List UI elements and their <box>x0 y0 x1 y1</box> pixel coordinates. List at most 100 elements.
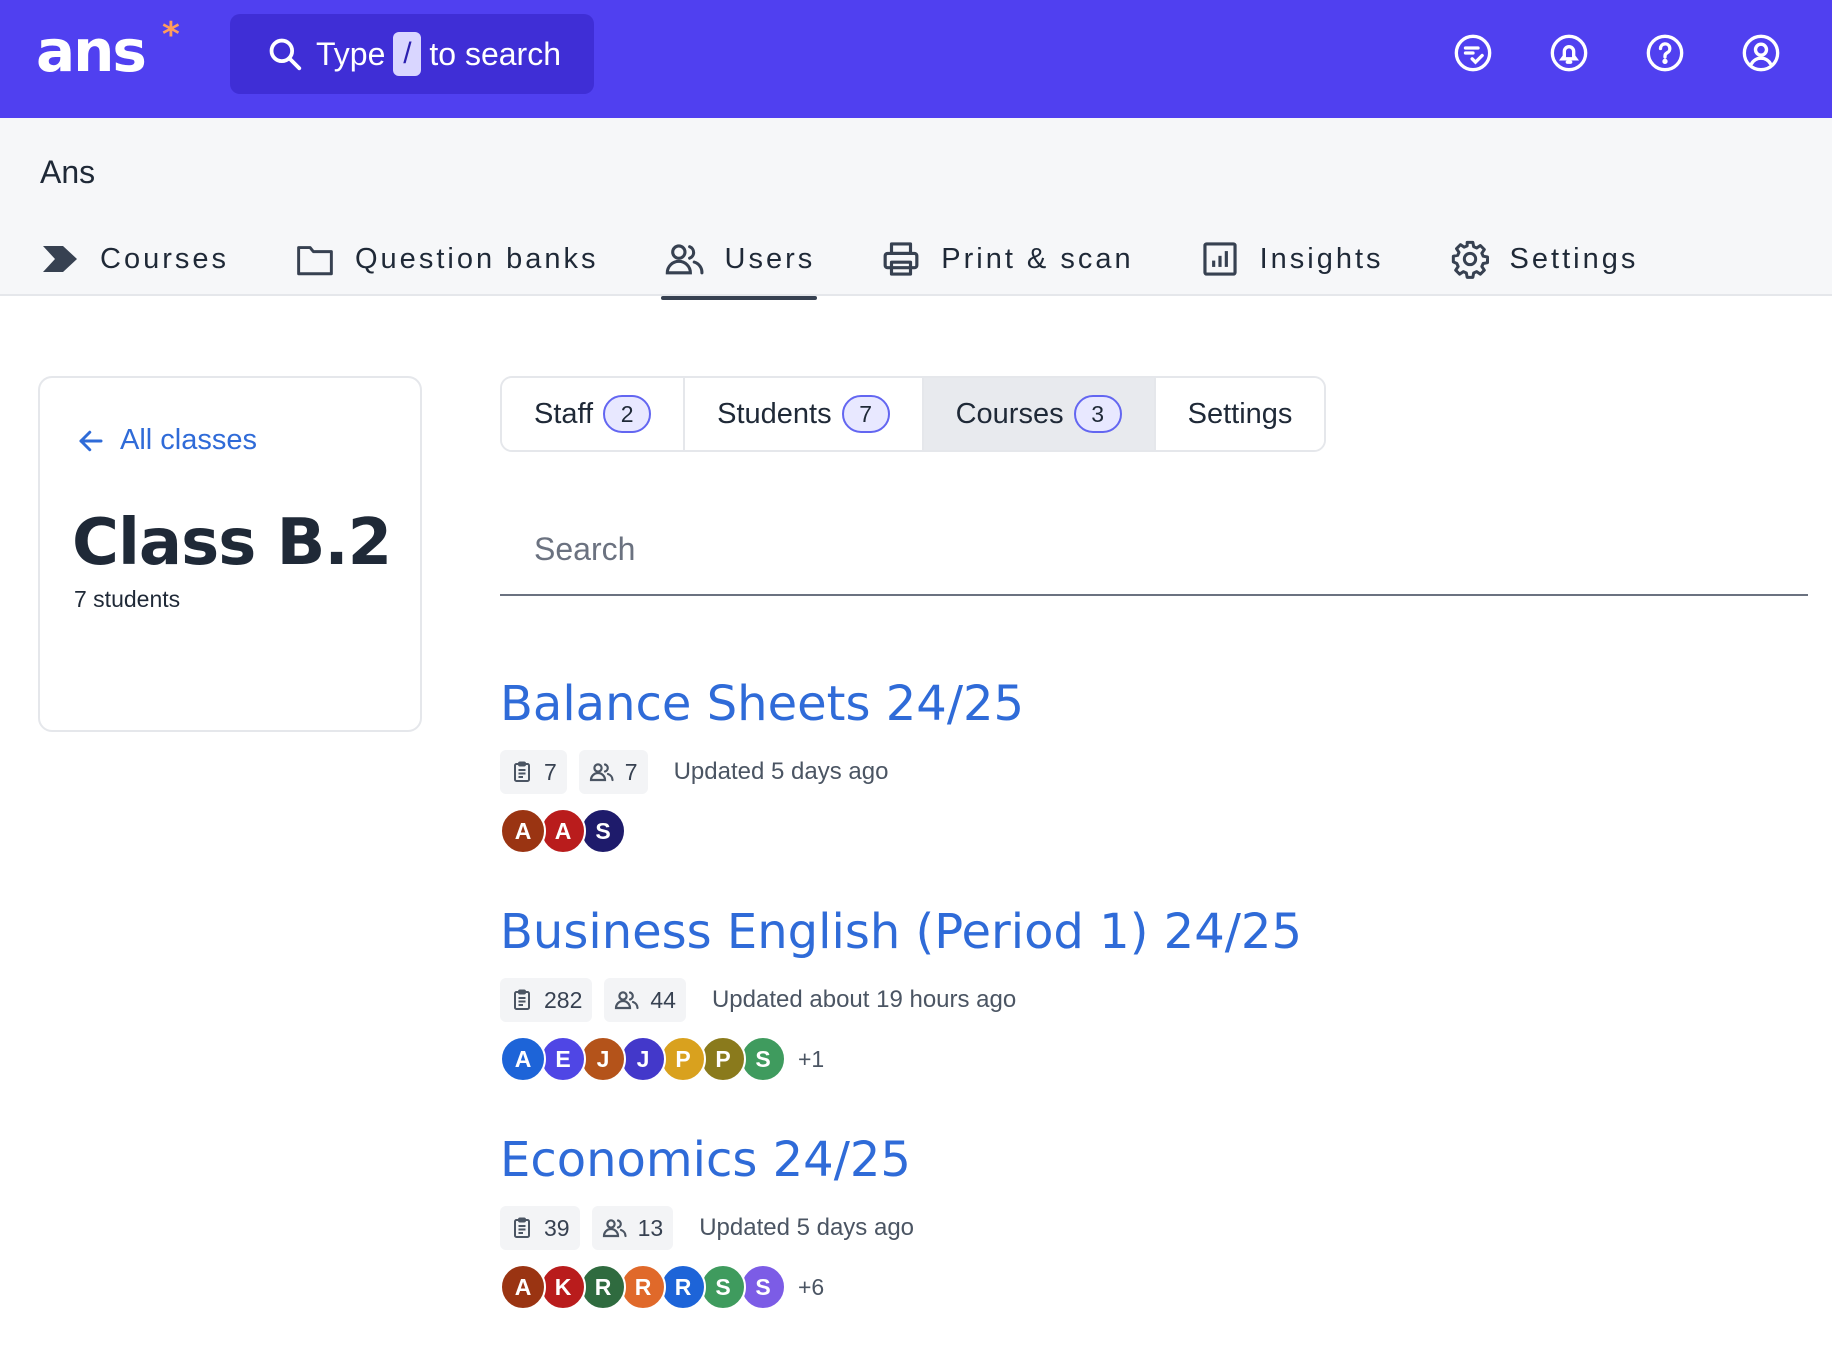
course-meta: 7 7 Updated 5 days ago <box>500 750 1700 794</box>
folder-icon <box>295 239 335 279</box>
tab-settings[interactable]: Settings <box>1155 378 1325 450</box>
tab-students-label: Students <box>717 397 832 430</box>
member-avatars: AAS <box>500 808 1700 854</box>
course-item: Balance Sheets 24/25 7 7 Updated 5 days … <box>500 676 1700 854</box>
avatar: A <box>500 1036 546 1082</box>
logo-asterisk: * <box>162 15 180 55</box>
users-count: 13 <box>637 1214 664 1241</box>
courses-chevron-icon <box>40 239 80 279</box>
avatar: A <box>540 808 586 854</box>
avatar: P <box>700 1036 746 1082</box>
tab-courses-count: 3 <box>1073 395 1122 433</box>
tab-staff[interactable]: Staff 2 <box>502 378 686 450</box>
nav-courses-label: Courses <box>100 242 229 275</box>
clipboard-icon <box>514 989 530 1010</box>
chart-icon <box>1200 239 1240 279</box>
updated-timestamp: Updated 5 days ago <box>673 758 889 785</box>
more-members-count: +6 <box>798 1273 825 1300</box>
help-icon[interactable] <box>1644 32 1686 74</box>
assignments-count-chip: 7 <box>500 750 567 794</box>
checklist-icon[interactable] <box>1452 32 1494 74</box>
all-classes-label: All classes <box>120 424 257 456</box>
nav-courses[interactable]: Courses <box>40 226 229 296</box>
avatar: S <box>740 1036 786 1082</box>
course-title-link[interactable]: Economics 24/25 <box>500 1132 1700 1188</box>
avatar: J <box>580 1036 626 1082</box>
avatar: S <box>700 1264 746 1310</box>
users-small-icon <box>589 763 614 782</box>
gear-icon <box>1450 239 1490 279</box>
member-avatars: A E J J P P S +1 <box>500 1036 1700 1082</box>
course-search-input[interactable] <box>500 504 1808 594</box>
all-classes-link[interactable]: All classes <box>76 424 257 457</box>
account-icon[interactable] <box>1740 32 1782 74</box>
search-hint-before: Type <box>316 35 386 72</box>
avatar: J <box>620 1036 666 1082</box>
clipboard-icon <box>514 761 530 782</box>
more-members-count: +1 <box>798 1045 825 1072</box>
printer-icon <box>881 239 921 279</box>
avatar: R <box>620 1264 666 1310</box>
users-small-icon <box>615 991 639 1010</box>
organization-name: Ans <box>40 154 96 190</box>
nav-question-banks-label: Question banks <box>355 242 599 275</box>
sub-header: Ans Courses Question banks Users Print &… <box>0 118 1832 300</box>
tab-staff-count: 2 <box>603 395 652 433</box>
assignments-count-chip: 39 <box>500 1206 580 1250</box>
course-search <box>500 504 1808 596</box>
tab-settings-label: Settings <box>1187 397 1293 430</box>
users-count: 7 <box>624 758 638 785</box>
search-shortcut-key: / <box>393 32 422 76</box>
tab-students-count: 7 <box>841 395 890 433</box>
updated-timestamp: Updated 5 days ago <box>699 1214 915 1241</box>
class-title: Class B.2 <box>72 506 392 580</box>
class-student-count: 7 students <box>74 586 181 612</box>
avatar: R <box>660 1264 706 1310</box>
avatar: P <box>660 1036 706 1082</box>
main-navigation: Courses Question banks Users Print & sca… <box>40 226 1704 300</box>
class-card: All classes Class B.2 7 students <box>38 376 422 732</box>
course-meta: 282 44 Updated about 19 hours ago <box>500 978 1700 1022</box>
tab-students[interactable]: Students 7 <box>685 378 924 450</box>
tab-courses[interactable]: Courses 3 <box>923 378 1156 450</box>
search-icon <box>266 34 306 74</box>
class-tabs: Staff 2 Students 7 Courses 3 Settings <box>500 376 1327 452</box>
avatar: E <box>540 1036 586 1082</box>
top-actions <box>1452 32 1782 74</box>
users-count: 44 <box>650 986 676 1013</box>
users-small-icon <box>602 1219 627 1238</box>
avatar: S <box>740 1264 786 1310</box>
top-bar: ans * Type / to search <box>0 0 1832 118</box>
assignments-count: 7 <box>544 758 557 785</box>
course-item: Business English (Period 1) 24/25 282 44… <box>500 904 1700 1082</box>
users-count-chip: 13 <box>591 1206 674 1250</box>
nav-insights-label: Insights <box>1259 242 1384 275</box>
tab-courses-label: Courses <box>955 397 1064 430</box>
nav-settings-label: Settings <box>1509 242 1639 275</box>
member-avatars: A K R R R S S +6 <box>500 1264 1700 1310</box>
users-count-chip: 44 <box>604 978 686 1022</box>
clipboard-icon <box>514 1217 530 1238</box>
nav-question-banks[interactable]: Question banks <box>295 226 599 296</box>
nav-users[interactable]: Users <box>660 226 817 300</box>
assignments-count: 39 <box>544 1214 570 1241</box>
course-meta: 39 13 Updated 5 days ago <box>500 1206 1700 1250</box>
nav-settings[interactable]: Settings <box>1450 226 1639 296</box>
course-title-link[interactable]: Balance Sheets 24/25 <box>500 676 1700 732</box>
assignments-count-chip: 282 <box>500 978 593 1022</box>
logo[interactable]: ans <box>36 22 147 80</box>
nav-print-scan-label: Print & scan <box>941 242 1134 275</box>
nav-insights[interactable]: Insights <box>1200 226 1384 296</box>
avatar: R <box>580 1264 626 1310</box>
users-count-chip: 7 <box>578 750 648 794</box>
course-title-link[interactable]: Business English (Period 1) 24/25 <box>500 904 1700 960</box>
nav-users-label: Users <box>724 242 816 275</box>
nav-print-scan[interactable]: Print & scan <box>881 226 1133 296</box>
bell-icon[interactable] <box>1548 32 1590 74</box>
avatar: K <box>540 1264 586 1310</box>
users-icon <box>665 239 705 279</box>
avatar: S <box>580 808 626 854</box>
global-search[interactable]: Type / to search <box>230 14 594 94</box>
updated-timestamp: Updated about 19 hours ago <box>711 986 1017 1013</box>
arrow-left-icon <box>76 426 106 456</box>
